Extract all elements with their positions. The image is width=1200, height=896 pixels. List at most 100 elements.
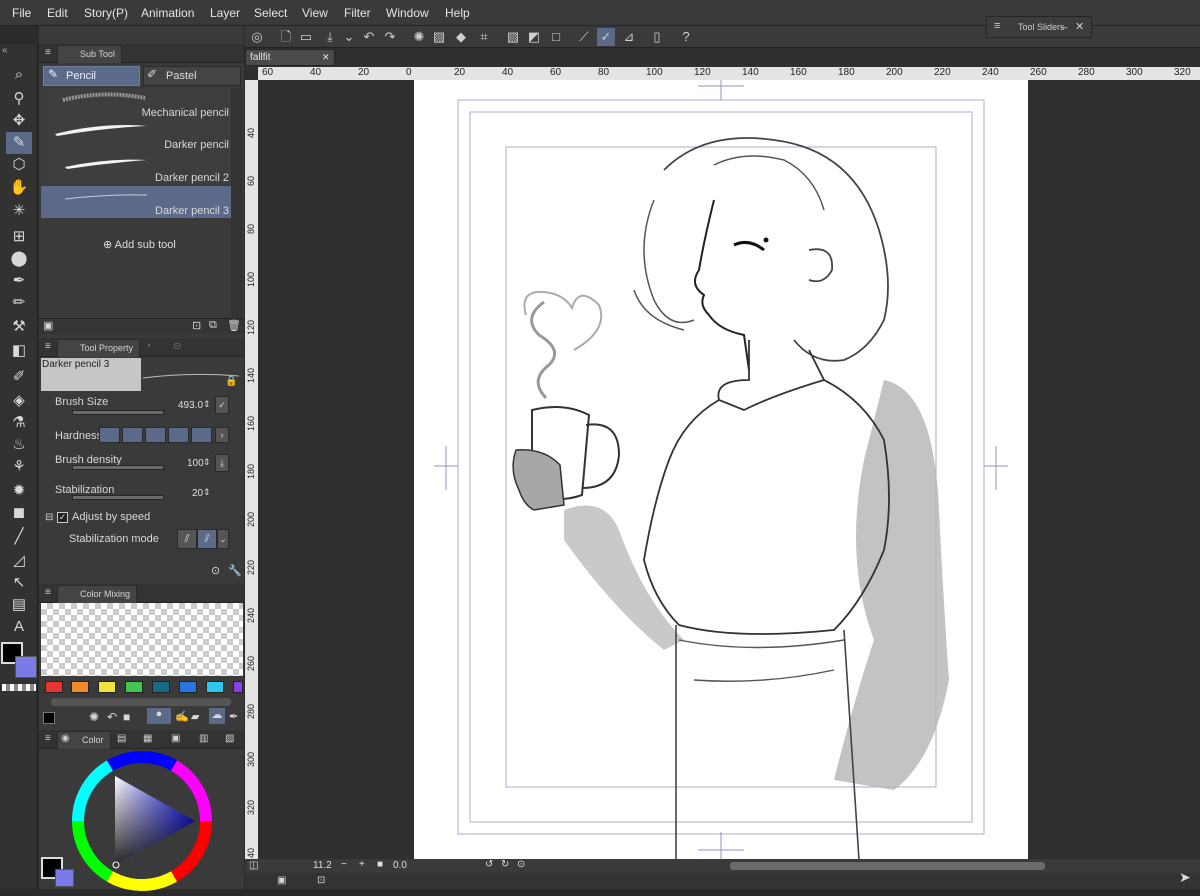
hardness-level[interactable]	[122, 427, 143, 443]
menu-window[interactable]: Window	[386, 6, 429, 20]
sub-color-chip[interactable]	[15, 656, 37, 678]
subtool-item[interactable]: Mechanical pencil	[41, 88, 231, 120]
eyedropper-icon[interactable]: ⬤	[6, 248, 32, 270]
spin-arrows-icon[interactable]: ⇕	[203, 399, 211, 410]
line-icon[interactable]: ╱	[6, 526, 32, 548]
menu-animation[interactable]: Animation	[141, 6, 194, 20]
subtool-scrollbar[interactable]	[231, 88, 242, 318]
app-logo-icon[interactable]: ◎	[248, 28, 266, 46]
palette-swatch[interactable]	[125, 681, 143, 693]
operation-icon[interactable]: ↖	[6, 572, 32, 594]
snap-special-ruler-icon[interactable]: ✓	[597, 28, 615, 46]
intermediate-color-tab-icon[interactable]: ▣	[171, 733, 180, 744]
zoom-value[interactable]: 11.2	[313, 860, 332, 871]
brush-icon[interactable]: ⚒	[6, 316, 32, 338]
redo-icon[interactable]: ↷	[381, 28, 399, 46]
deselect-icon[interactable]: ▧	[504, 28, 522, 46]
adjust-speed-checkbox[interactable]: ✓	[57, 512, 68, 523]
color-wheel[interactable]	[67, 746, 217, 896]
settings-icon[interactable]: ▣	[43, 319, 53, 332]
minimize-icon[interactable]: _	[1061, 17, 1067, 29]
rotate-left-icon[interactable]: ↺	[485, 859, 493, 870]
invert-selection-icon[interactable]: ◩	[525, 28, 543, 46]
stop-icon[interactable]: ■	[123, 710, 130, 724]
add-subtool-button[interactable]: ⊕ Add sub tool	[103, 238, 176, 251]
palette-swatch[interactable]	[71, 681, 89, 693]
approximate-color-tab-icon[interactable]: ▥	[199, 733, 208, 744]
pen-tool-icon[interactable]: ✎	[6, 132, 32, 154]
brush-size-toggle[interactable]: ✓	[215, 396, 229, 414]
pen-icon[interactable]: ✒	[6, 270, 32, 292]
fit-icon[interactable]: ■	[377, 859, 383, 870]
tool-property-tab[interactable]: Tool Property	[57, 339, 141, 357]
hardness-level[interactable]	[145, 427, 166, 443]
figure-icon[interactable]: ⚘	[6, 456, 32, 478]
menu-select[interactable]: Select	[254, 6, 287, 20]
clear-outside-icon[interactable]: ▨	[430, 28, 448, 46]
menu-filter[interactable]: Filter	[344, 6, 371, 20]
canvas-paper[interactable]	[414, 80, 1028, 861]
navigator-icon[interactable]: ◫	[249, 860, 258, 871]
collapse-icon[interactable]: «	[2, 45, 8, 56]
wrench-icon[interactable]: 🔧	[228, 564, 242, 577]
palette-swatch[interactable]	[206, 681, 224, 693]
grip-icon[interactable]: ≡	[994, 20, 1000, 32]
move-icon[interactable]: ✥	[6, 110, 32, 132]
menu-file[interactable]: File	[12, 6, 31, 20]
mix-pen-icon[interactable]: ✍	[175, 710, 189, 723]
grip-icon[interactable]: ≡	[45, 47, 51, 58]
transparent-color-chip[interactable]	[2, 684, 36, 691]
sub-color-chip[interactable]	[55, 869, 74, 887]
eraser-icon[interactable]: ◧	[6, 340, 32, 362]
mode-option-icon[interactable]: ⫽	[197, 529, 217, 549]
spin-arrows-icon[interactable]: ⇕	[203, 457, 211, 468]
hardness-level[interactable]	[99, 427, 120, 443]
burst-icon[interactable]: ✹	[6, 480, 32, 502]
ruler-icon[interactable]: ◿	[6, 550, 32, 572]
mix-eraser-icon[interactable]: ▰	[191, 710, 199, 723]
reset-rotation-icon[interactable]: ⊙	[517, 859, 525, 870]
palette-scrollbar[interactable]	[51, 698, 231, 706]
duplicate-icon[interactable]: ⧉	[209, 319, 217, 332]
undo-icon[interactable]: ↶	[360, 28, 378, 46]
transform-icon[interactable]: ⌗	[475, 28, 493, 46]
collapse-minus-icon[interactable]: ⊟	[45, 512, 53, 523]
gradient-icon[interactable]: ◼	[6, 502, 32, 524]
brush-size-value[interactable]: 493.0	[178, 400, 203, 411]
grip-icon[interactable]: ≡	[45, 341, 51, 352]
stabilization-value[interactable]: 20	[192, 488, 203, 499]
hardness-level[interactable]	[168, 427, 189, 443]
new-file-icon[interactable]: 🗋	[277, 28, 295, 46]
hardness-level[interactable]	[191, 427, 212, 443]
snap-grid-icon[interactable]: ⊿	[620, 28, 638, 46]
lock-icon[interactable]: 🔒	[225, 376, 237, 387]
chevron-right-icon[interactable]: ›	[215, 427, 229, 443]
selection-border-icon[interactable]: □	[547, 28, 565, 46]
undo-icon[interactable]: ↶	[107, 710, 117, 724]
zoom-tool-icon[interactable]: ⌕	[6, 64, 32, 86]
page-view-icon[interactable]: ⊡	[317, 875, 325, 886]
auto-select-icon[interactable]: ✳	[6, 200, 32, 222]
blend-icon[interactable]: ♨	[6, 434, 32, 456]
fill-icon[interactable]: ◆	[452, 28, 470, 46]
reset-icon[interactable]: ⊙	[211, 564, 220, 577]
spin-arrows-icon[interactable]: ⇕	[203, 487, 211, 498]
color-mixing-tab[interactable]: Color Mixing	[57, 585, 138, 603]
pencil-icon[interactable]: ✏	[6, 292, 32, 314]
color-set-tab-icon[interactable]: ▦	[143, 733, 152, 744]
chevron-down-icon[interactable]: ⌄	[217, 529, 229, 549]
pressure-icon[interactable]: ⤓	[215, 454, 229, 472]
menu-edit[interactable]: Edit	[47, 6, 68, 20]
brush-shape-icon[interactable]: ◔	[145, 341, 151, 352]
balloon-icon[interactable]: ▤	[6, 594, 32, 616]
airbrush-icon[interactable]: ⚗	[6, 412, 32, 434]
close-icon[interactable]: ✕	[322, 52, 330, 63]
help-icon[interactable]: ?	[677, 28, 695, 46]
brush-density-slider[interactable]	[72, 465, 164, 470]
menu-story[interactable]: Story(P)	[84, 6, 128, 20]
snap-ruler-icon[interactable]: ⟋	[575, 28, 593, 46]
tool-sliders-window[interactable]: ≡ Tool Sliders _ ✕	[986, 16, 1092, 38]
chevron-down-icon[interactable]: ⌄	[340, 28, 358, 46]
palette-swatch[interactable]	[152, 681, 170, 693]
subtool-group-pastel[interactable]: Pastel	[143, 66, 241, 86]
